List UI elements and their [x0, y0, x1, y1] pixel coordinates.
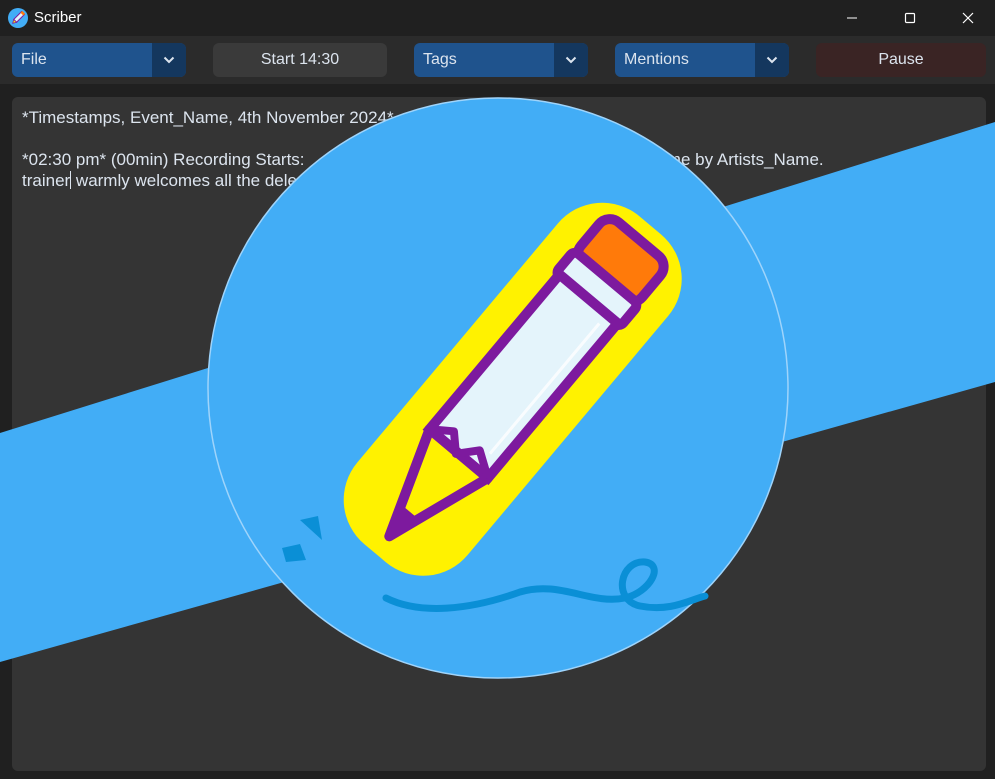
transcript-entry-tail: ong_Name by Artists_Name. — [607, 150, 829, 169]
close-button[interactable] — [939, 0, 995, 36]
maximize-button[interactable] — [881, 0, 939, 36]
pause-button[interactable]: Pause — [816, 43, 986, 77]
title-bar: Scriber — [0, 0, 995, 36]
tags-menu-dropdown[interactable] — [554, 43, 588, 77]
chevron-down-icon — [565, 56, 577, 64]
transcript-text: *Timestamps, Event_Name, 4th November 20… — [22, 107, 972, 191]
minimize-icon — [847, 17, 857, 19]
mentions-menu-dropdown[interactable] — [755, 43, 789, 77]
transcript-entry-start: *02:30 pm* (00min) Recording Starts: — [22, 150, 310, 169]
file-menu-label: File — [21, 51, 47, 68]
file-menu[interactable]: File — [12, 43, 186, 77]
pencil-icon — [8, 8, 28, 28]
file-menu-dropdown[interactable] — [152, 43, 186, 77]
chevron-down-icon — [163, 56, 175, 64]
mentions-menu-label: Mentions — [624, 51, 689, 68]
close-icon — [962, 12, 974, 24]
transcript-entry-continued: warmly welcomes all the dele — [71, 171, 297, 190]
start-button[interactable]: Start 14:30 — [213, 43, 387, 77]
transcript-editor[interactable]: *Timestamps, Event_Name, 4th November 20… — [12, 97, 986, 771]
mentions-menu[interactable]: Mentions — [615, 43, 789, 77]
maximize-icon — [904, 12, 916, 24]
minimize-button[interactable] — [823, 0, 881, 36]
transcript-entry-word: trainer — [22, 171, 71, 190]
tags-menu[interactable]: Tags — [414, 43, 588, 77]
window-title: Scriber — [34, 9, 82, 26]
tags-menu-label: Tags — [423, 51, 457, 68]
chevron-down-icon — [766, 56, 778, 64]
transcript-header-line: *Timestamps, Event_Name, 4th November 20… — [22, 108, 394, 127]
toolbar: File Start 14:30 Tags Mentions Pause — [0, 36, 995, 84]
